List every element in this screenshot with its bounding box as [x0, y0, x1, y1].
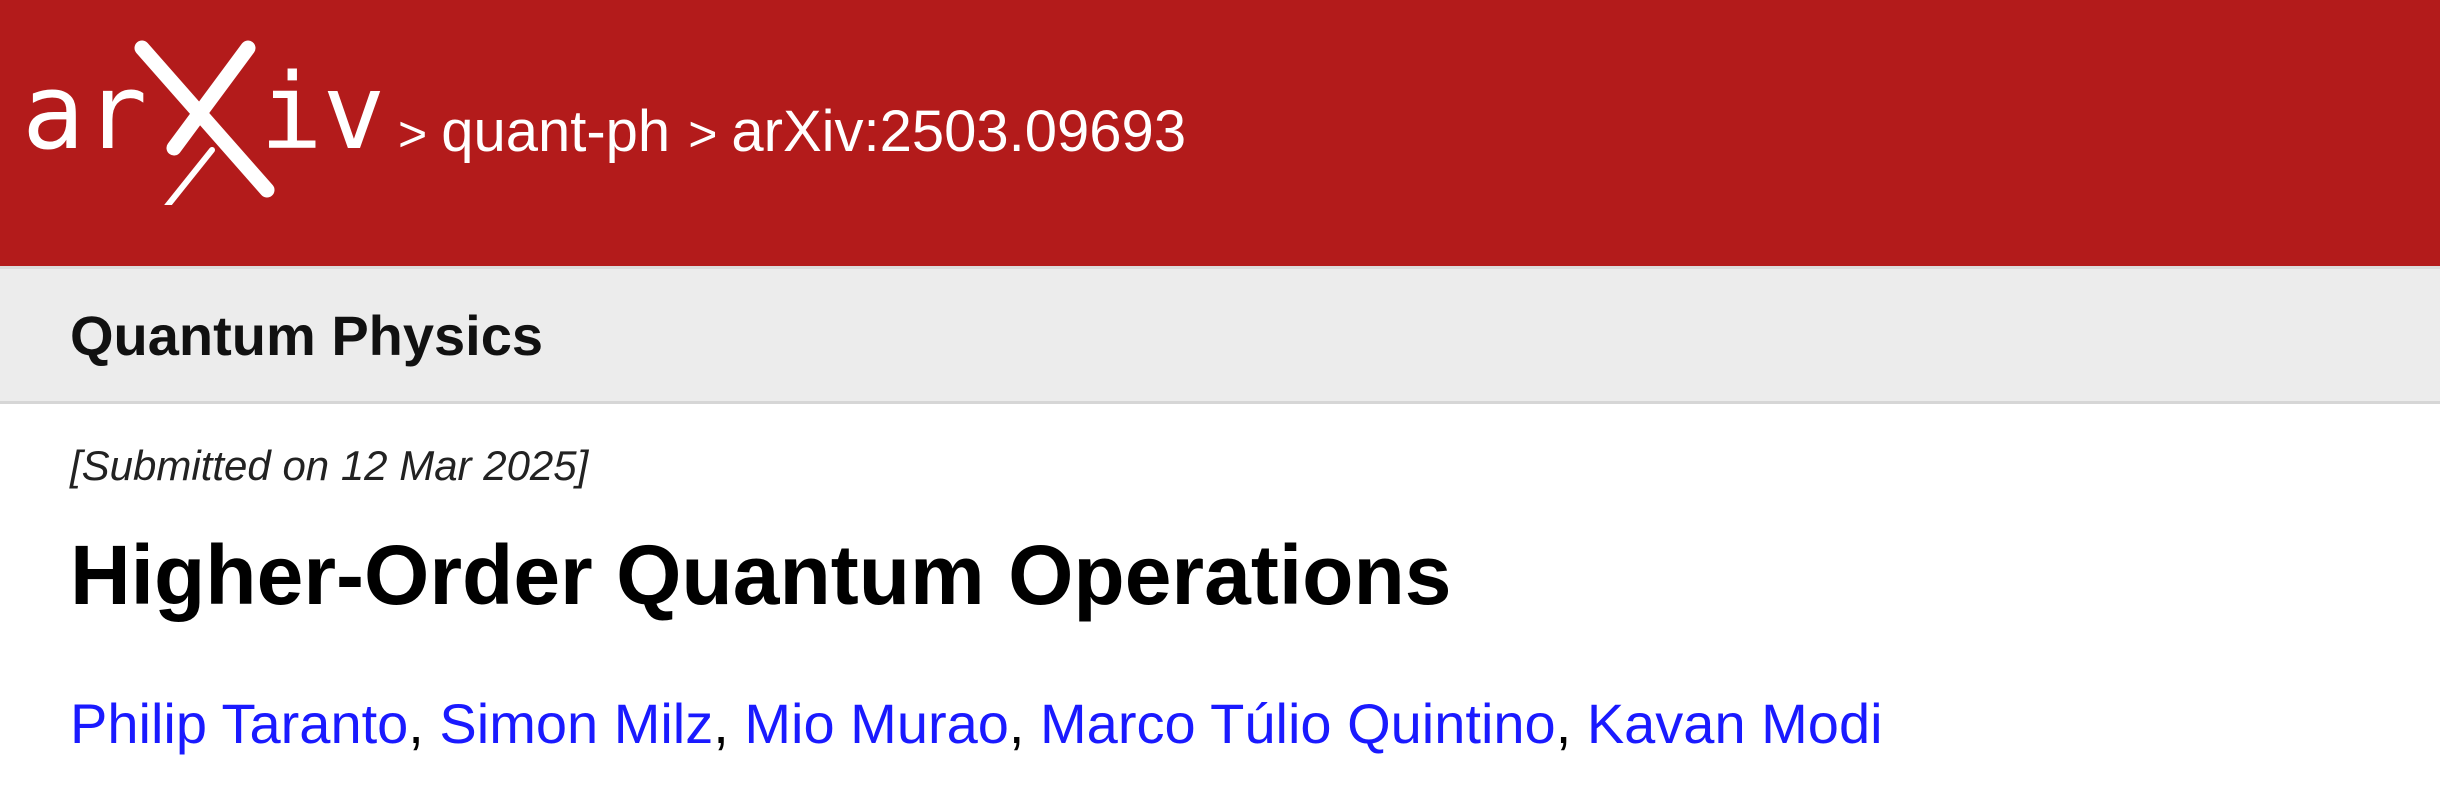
- author-link[interactable]: Kavan Modi: [1587, 692, 1883, 755]
- author-separator: ,: [713, 692, 729, 755]
- arxiv-logo[interactable]: ar iv: [22, 30, 392, 205]
- svg-text:iv: iv: [260, 51, 385, 173]
- breadcrumb-category-link[interactable]: quant-ph: [441, 99, 670, 164]
- breadcrumb-separator: >: [398, 106, 428, 162]
- breadcrumb-separator: >: [688, 106, 718, 162]
- subject-title: Quantum Physics: [70, 304, 544, 367]
- author-link[interactable]: Mio Murao: [744, 692, 1009, 755]
- author-link[interactable]: Marco Túlio Quintino: [1040, 692, 1556, 755]
- svg-text:ar: ar: [22, 51, 147, 173]
- author-link[interactable]: Simon Milz: [439, 692, 713, 755]
- breadcrumb: > quant-ph > arXiv:2503.09693: [398, 92, 1186, 172]
- paper-title: Higher-Order Quantum Operations: [70, 528, 1452, 622]
- breadcrumb-paper-id: arXiv:2503.09693: [731, 99, 1187, 164]
- subject-bar: Quantum Physics: [0, 266, 2440, 404]
- author-link[interactable]: Philip Taranto: [70, 692, 408, 755]
- site-header: ar iv > quant-ph > arXiv:2503.09693: [0, 0, 2440, 266]
- author-separator: ,: [1555, 692, 1572, 755]
- author-separator: ,: [1008, 692, 1025, 755]
- author-separator: ,: [408, 692, 424, 755]
- author-list: Philip Taranto, Simon Milz, Mio Murao, M…: [70, 688, 1883, 760]
- submission-date: [Submitted on 12 Mar 2025]: [70, 442, 589, 489]
